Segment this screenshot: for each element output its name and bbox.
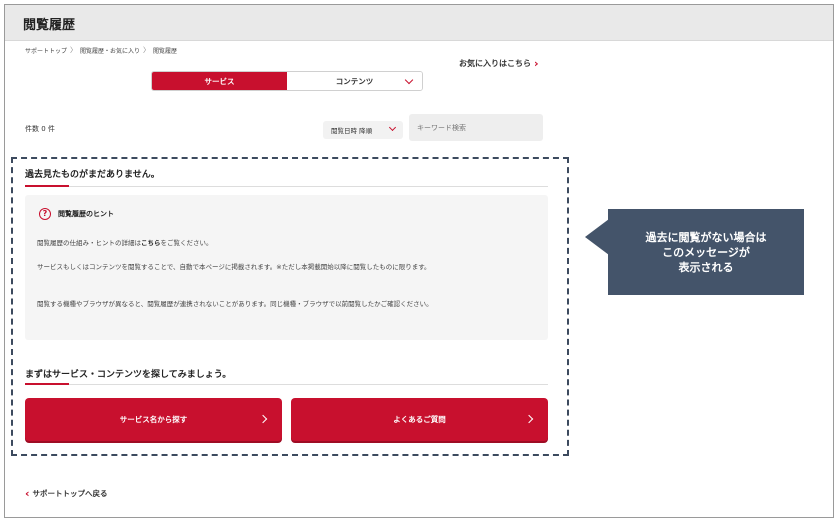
hint-paragraph-details: 閲覧履歴の仕組み・ヒントの詳細はこちらをご覧ください。 <box>37 237 537 250</box>
breadcrumb-separator-icon: 〉 <box>143 46 151 54</box>
callout-line: このメッセージが <box>662 245 750 259</box>
chevron-down-icon <box>404 75 414 85</box>
find-section-title: まずはサービス・コンテンツを探してみましょう。 <box>25 370 232 380</box>
tab-bar: サービス コンテンツ <box>151 71 423 91</box>
back-link-label: サポートトップへ戻る <box>32 489 108 498</box>
faq-button[interactable]: よくあるご質問 <box>291 398 548 441</box>
hint-paragraph-device-browser: 閲覧する機種やブラウザが異なると、閲覧履歴が連携されないことがあります。同じ機種… <box>37 300 433 308</box>
breadcrumb: サポートトップ 〉 閲覧履歴・お気に入り 〉 閲覧履歴 <box>25 45 177 55</box>
search-by-service-name-label: サービス名から探す <box>119 415 188 424</box>
section-divider-accent <box>25 185 69 187</box>
breadcrumb-item-history-favorites[interactable]: 閲覧履歴・お気に入り <box>80 46 140 55</box>
breadcrumb-item-history: 閲覧履歴 <box>153 47 178 55</box>
page-header: 閲覧履歴 <box>5 5 833 41</box>
breadcrumb-separator-icon: 〉 <box>70 46 78 54</box>
search-by-service-name-button[interactable]: サービス名から探す <box>25 398 282 441</box>
tab-service[interactable]: サービス <box>152 72 287 90</box>
back-to-support-top-link[interactable]: ‹ サポートトップへ戻る <box>25 488 108 499</box>
tab-service-label: サービス <box>204 76 235 86</box>
tab-content-label: コンテンツ <box>335 76 374 86</box>
hint-text: 閲覧履歴の仕組み・ヒントの詳細は <box>37 239 141 247</box>
chevron-right-icon <box>524 414 534 424</box>
empty-history-title: 過去見たものがまだありません。 <box>25 170 160 180</box>
chevron-down-icon <box>388 123 397 132</box>
callout-line: 過去に閲覧がない場合は <box>645 230 767 244</box>
favorites-link-label: お気に入りはこちら <box>459 59 531 68</box>
section-divider-accent <box>25 383 69 385</box>
favorites-link[interactable]: お気に入りはこちら › <box>459 58 539 69</box>
annotation-callout: 過去に閲覧がない場合は このメッセージが 表示される <box>608 209 804 295</box>
faq-button-label: よくあるご質問 <box>393 415 446 424</box>
callout-line: 表示される <box>678 260 734 274</box>
tab-content[interactable]: コンテンツ <box>287 72 422 90</box>
chevron-left-icon: ‹ <box>25 486 30 500</box>
section-divider <box>25 185 548 187</box>
hint-box: ? 閲覧履歴のヒント 閲覧履歴の仕組み・ヒントの詳細はこちらをご覧ください。 サ… <box>25 195 548 340</box>
hint-paragraph-auto-listing: サービスもしくはコンテンツを閲覧することで、自動で本ページに掲載されます。※ただ… <box>37 263 431 271</box>
page-title: 閲覧履歴 <box>23 18 76 33</box>
question-circle-icon: ? <box>39 208 51 220</box>
breadcrumb-item-support-top[interactable]: サポートトップ <box>25 46 67 55</box>
screen-frame: 閲覧履歴 サポートトップ 〉 閲覧履歴・お気に入り 〉 閲覧履歴 お気に入りはこ… <box>4 4 834 518</box>
result-count: 件数 0 件 <box>25 125 55 133</box>
section-divider <box>25 383 548 385</box>
chevron-right-icon <box>258 414 268 424</box>
keyword-search-input[interactable] <box>409 114 543 141</box>
chevron-right-icon: › <box>534 56 539 70</box>
hint-text: をご覧ください。 <box>160 239 213 247</box>
hint-details-link[interactable]: こちら <box>141 239 161 247</box>
hint-header: ? 閲覧履歴のヒント <box>39 208 114 220</box>
sort-select-value: 閲覧日時 降順 <box>331 127 373 135</box>
hint-title: 閲覧履歴のヒント <box>58 210 114 218</box>
sort-select[interactable]: 閲覧日時 降順 <box>323 121 403 139</box>
callout-pointer <box>585 219 609 255</box>
